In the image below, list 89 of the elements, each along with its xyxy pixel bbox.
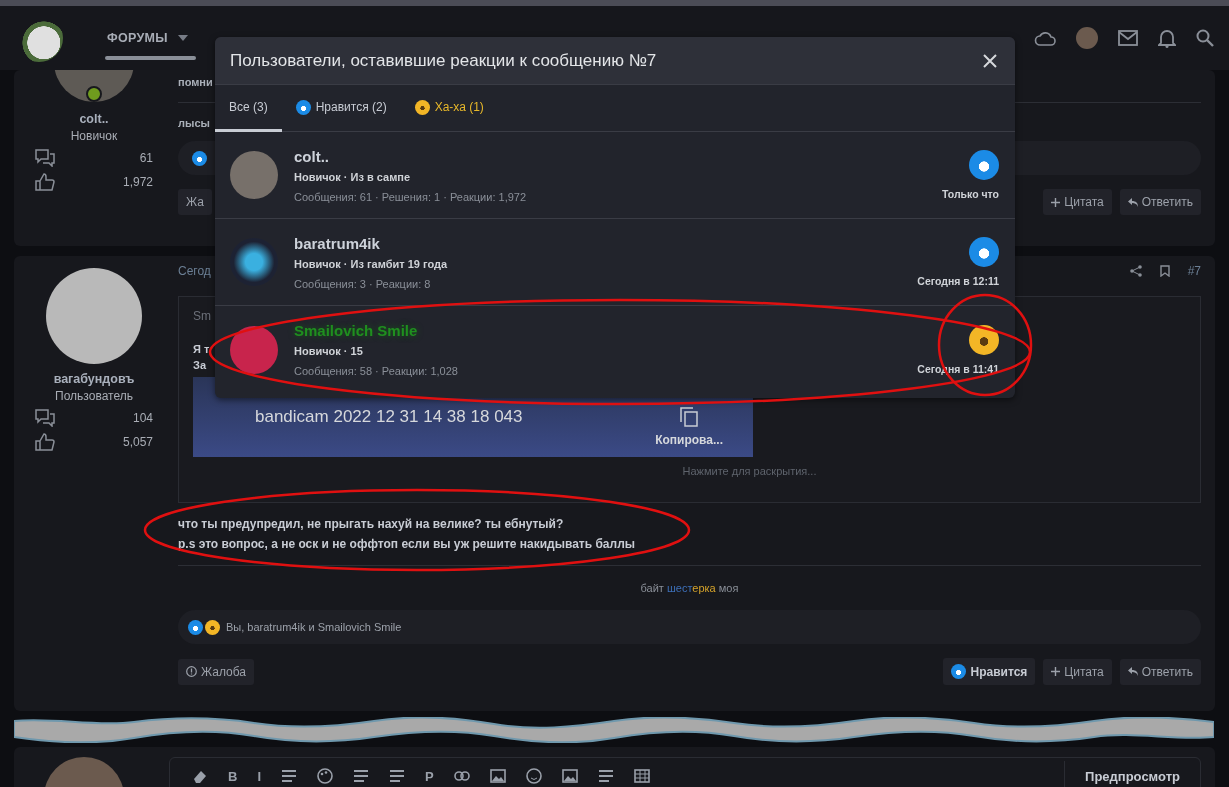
copy-label[interactable]: Копирова... <box>655 433 723 447</box>
messages-icon <box>35 409 55 427</box>
dialog-title: Пользователи, оставившие реакции к сообщению №7 <box>230 50 658 71</box>
reaction-count: 5,057 <box>122 435 153 449</box>
avatar <box>230 238 278 286</box>
post-text: лысы <box>178 117 211 129</box>
quote-button[interactable]: Цитата <box>1043 189 1112 215</box>
user-title: Новичок <box>70 129 118 143</box>
reaction-tab[interactable]: Все (3) <box>215 85 282 132</box>
reply-button[interactable]: Ответить <box>1119 189 1201 215</box>
reaction-time: Только что <box>942 188 999 200</box>
preview-button[interactable]: Предпросмотр <box>1064 761 1200 787</box>
table-icon[interactable] <box>633 769 650 783</box>
post-number[interactable]: #7 <box>1187 264 1201 278</box>
palette-icon[interactable] <box>317 768 333 784</box>
search-icon[interactable] <box>1196 29 1214 47</box>
message-count: 104 <box>132 411 153 425</box>
link-icon[interactable] <box>453 771 470 781</box>
post-text: что ты предупредил, не прыгать нахуй на велике? ты ебнутый? <box>178 517 565 531</box>
info-icon <box>186 666 197 677</box>
report-button[interactable]: Жалоба <box>178 658 254 685</box>
copy-icon[interactable] <box>680 407 699 427</box>
username[interactable]: baratrum4ik <box>294 234 918 252</box>
user-stats: Сообщения: 58 · Реакции: 1,028 <box>294 365 459 377</box>
eraser-icon[interactable] <box>192 768 208 784</box>
thumbs-up-icon <box>35 433 55 451</box>
username[interactable]: colt.. <box>79 112 109 126</box>
nav-tab[interactable]: ФОРУМЫ <box>91 6 204 70</box>
like-button[interactable]: Нравится <box>943 658 1036 685</box>
avatar[interactable] <box>1076 27 1098 49</box>
user-title: Новичок · Из в сампе <box>294 170 412 183</box>
image-icon[interactable] <box>561 769 578 783</box>
like-reaction-icon <box>969 150 999 180</box>
toolbar-button[interactable]: P <box>425 768 434 784</box>
list-icon[interactable] <box>597 769 614 783</box>
reply-icon <box>1127 197 1138 207</box>
user-title: Новичок · Из гамбит 19 года <box>294 257 449 270</box>
share-icon[interactable] <box>1129 265 1142 277</box>
laughing-reaction-icon <box>969 324 999 355</box>
reaction-tab[interactable]: Нравится (2) <box>281 85 401 132</box>
avatar <box>230 151 278 199</box>
bell-icon[interactable] <box>1158 28 1176 48</box>
cloud-icon[interactable] <box>1034 30 1056 46</box>
plus-icon <box>1051 197 1061 207</box>
messages-icon <box>35 149 55 167</box>
like-reaction-icon <box>969 237 999 267</box>
report-button[interactable]: Жа <box>178 189 212 215</box>
user-title: Пользователь <box>55 389 133 403</box>
laughing-reaction-icon <box>205 619 220 635</box>
close-button[interactable] <box>981 51 999 70</box>
attachment-title: bandicam 2022 12 31 14 38 18 043 <box>255 407 523 427</box>
mail-icon[interactable] <box>1118 30 1138 46</box>
toolbar-button[interactable]: B <box>228 768 238 784</box>
reply-icon <box>1127 667 1138 676</box>
quote-text: Я т <box>193 343 210 355</box>
reaction-time: Сегодня в 12:11 <box>917 275 999 287</box>
bookmark-icon[interactable] <box>1159 265 1170 277</box>
list-icon[interactable] <box>389 769 405 783</box>
username[interactable]: colt.. <box>294 147 942 165</box>
reactions-bar[interactable]: Вы, baratrum4ik и Smailovich Smile <box>178 610 1201 644</box>
close-icon <box>983 53 997 68</box>
user-row[interactable]: colt.. Новичок · Из в сампе Сообщения: 61 · Решения: 1 · Реакции: 1,972 Только что <box>215 132 1015 219</box>
reaction-count: 1,972 <box>122 175 153 189</box>
user-row[interactable]: baratrum4ik Новичок · Из гамбит 19 года Сообщения: 3 · Реакции: 8 Сегодня в 12:11 <box>215 219 1015 306</box>
quote-text: За <box>193 359 206 371</box>
list-icon[interactable] <box>353 769 369 783</box>
reply-button[interactable]: Ответить <box>1119 658 1201 685</box>
avatar <box>230 325 278 374</box>
user-stats: Сообщения: 3 · Реакции: 8 <box>294 277 432 290</box>
plus-icon <box>1051 667 1061 676</box>
username[interactable]: Smailovich Smile <box>294 322 918 339</box>
username[interactable]: вагабундовъ <box>53 372 135 386</box>
signature: байт шестерка моя <box>640 582 739 594</box>
quote-button[interactable]: Цитата <box>1043 658 1112 685</box>
smiley-icon[interactable] <box>525 768 542 784</box>
like-reaction-icon <box>188 619 203 635</box>
post-text: p.s это вопрос, а не оск и не оффтоп если вы уж решите накидывать баллы <box>178 537 637 551</box>
list-icon[interactable] <box>281 769 297 783</box>
post-text: помни <box>178 76 214 88</box>
message-count: 61 <box>139 151 153 165</box>
reaction-summary[interactable]: Вы, baratrum4ik и Smailovich Smile <box>226 621 402 633</box>
like-reaction-icon <box>192 150 207 166</box>
image-icon[interactable] <box>489 769 506 783</box>
toolbar-button[interactable]: I <box>257 768 261 784</box>
user-title: Новичок · 15 <box>294 345 364 357</box>
thumbs-up-icon <box>35 173 55 191</box>
post-date[interactable]: Сегод <box>178 264 211 278</box>
reaction-tab[interactable]: Ха-ха (1) <box>400 85 498 132</box>
user-stats: Сообщения: 61 · Решения: 1 · Реакции: 1,972 <box>294 190 528 203</box>
